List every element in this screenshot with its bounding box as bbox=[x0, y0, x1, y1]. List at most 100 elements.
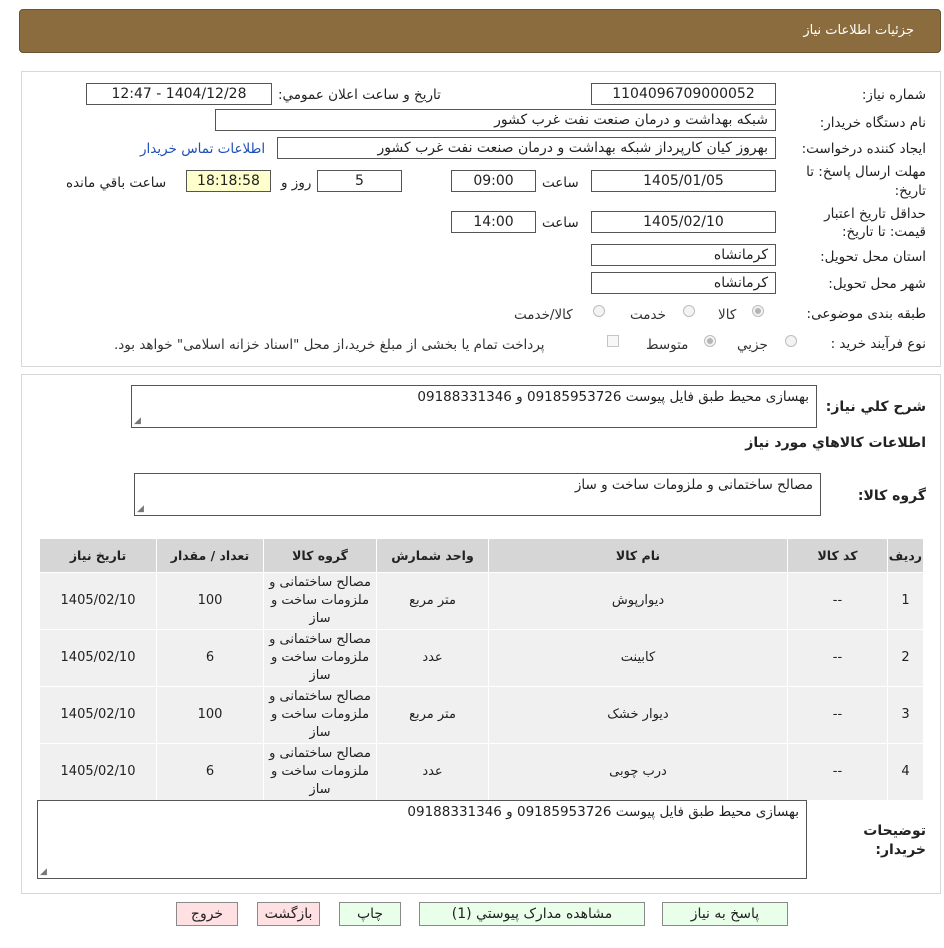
col-header-goods-group: گروه کالا bbox=[263, 538, 377, 573]
category-goods-radio[interactable] bbox=[752, 305, 764, 317]
col-header-row-number: ردیف bbox=[887, 538, 924, 573]
province-field: کرمانشاه bbox=[591, 244, 776, 266]
buyer-notes-text: بهسازی محیط طبق فایل پیوست 09185953726 و… bbox=[407, 804, 799, 820]
process-type-label: نوع فرآیند خرید : bbox=[830, 336, 926, 352]
province-label: استان محل تحویل: bbox=[820, 249, 926, 265]
cell-goods-name: دیوارپوش bbox=[488, 572, 788, 630]
cell-unit: عدد bbox=[376, 743, 489, 801]
category-service-label: خدمت bbox=[630, 307, 666, 323]
cell-goods-group: مصالح ساختمانی و ملزومات ساخت و ساز bbox=[263, 629, 377, 687]
table-header-row: ردیف کد کالا نام کالا واحد شمارش گروه کا… bbox=[39, 538, 924, 573]
category-service-radio[interactable] bbox=[683, 305, 695, 317]
validity-time-field: 14:00 bbox=[451, 211, 536, 233]
goods-table: ردیف کد کالا نام کالا واحد شمارش گروه کا… bbox=[39, 538, 924, 801]
cell-goods-group: مصالح ساختمانی و ملزومات ساخت و ساز bbox=[263, 686, 377, 744]
category-goods-service-radio[interactable] bbox=[593, 305, 605, 317]
deadline-date-field: 1405/01/05 bbox=[591, 170, 776, 192]
cell-goods-group: مصالح ساختمانی و ملزومات ساخت و ساز bbox=[263, 743, 377, 801]
treasury-payment-checkbox[interactable] bbox=[607, 335, 619, 347]
back-button[interactable]: بازگشت bbox=[257, 902, 320, 926]
summary-text: بهسازی محیط طبق فایل پیوست 09185953726 و… bbox=[417, 389, 809, 405]
deadline-time-label: ساعت bbox=[542, 175, 579, 191]
buyer-org-field: شبکه بهداشت و درمان صنعت نفت غرب کشور bbox=[215, 109, 776, 131]
process-medium-label: متوسط bbox=[646, 337, 689, 353]
cell-row-number: 2 bbox=[887, 629, 924, 687]
requester-label: ایجاد کننده درخواست: bbox=[801, 141, 926, 157]
table-row: 3 -- دیوار خشک متر مربع مصالح ساختمانی و… bbox=[39, 686, 924, 744]
need-number-label: شماره نیاز: bbox=[861, 87, 926, 103]
validity-label-line1: حداقل تاریخ اعتبار bbox=[824, 206, 926, 222]
cell-goods-name: کابینت bbox=[488, 629, 788, 687]
table-row: 1 -- دیوارپوش متر مربع مصالح ساختمانی و … bbox=[39, 572, 924, 630]
page-title: جزئیات اطلاعات نیاز bbox=[803, 23, 914, 38]
cell-goods-code: -- bbox=[787, 572, 888, 630]
summary-label: شرح کلي نیاز: bbox=[825, 399, 926, 415]
col-header-goods-name: نام کالا bbox=[488, 538, 788, 573]
view-attachments-button[interactable]: مشاهده مدارک پیوستي (1) bbox=[419, 902, 645, 926]
resize-grip-icon: ◢ bbox=[40, 867, 47, 877]
process-minor-label: جزیي bbox=[737, 337, 768, 353]
cell-goods-group: مصالح ساختمانی و ملزومات ساخت و ساز bbox=[263, 572, 377, 630]
goods-group-label: گروه کالا: bbox=[857, 488, 926, 504]
goods-info-title: اطلاعات کالاهاي مورد نیاز bbox=[745, 435, 926, 451]
col-header-unit: واحد شمارش bbox=[376, 538, 489, 573]
buyer-org-label: نام دستگاه خریدار: bbox=[819, 115, 926, 131]
cell-need-date: 1405/02/10 bbox=[39, 743, 157, 801]
remaining-time-label: ساعت باقي مانده bbox=[66, 175, 167, 191]
need-number-field: 1104096709000052 bbox=[591, 83, 776, 105]
table-row: 2 -- کابینت عدد مصالح ساختمانی و ملزومات… bbox=[39, 629, 924, 687]
cell-need-date: 1405/02/10 bbox=[39, 629, 157, 687]
city-label: شهر محل تحویل: bbox=[828, 276, 926, 292]
treasury-payment-note: پرداخت تمام یا بخشی از مبلغ خرید،از محل … bbox=[114, 337, 545, 353]
cell-row-number: 1 bbox=[887, 572, 924, 630]
goods-group-textarea: مصالح ساختمانی و ملزومات ساخت و ساز ◢ bbox=[134, 473, 821, 516]
announce-date-field: 1404/12/28 - 12:47 bbox=[86, 83, 272, 105]
deadline-time-field: 09:00 bbox=[451, 170, 536, 192]
cell-unit: متر مربع bbox=[376, 572, 489, 630]
reply-to-need-button[interactable]: پاسخ به نیاز bbox=[662, 902, 788, 926]
cell-row-number: 4 bbox=[887, 743, 924, 801]
city-field: کرمانشاه bbox=[591, 272, 776, 294]
col-header-quantity: تعداد / مقدار bbox=[156, 538, 264, 573]
resize-grip-icon: ◢ bbox=[134, 416, 141, 426]
requester-field: بهروز کیان کارپرداز شبکه بهداشت و درمان … bbox=[277, 137, 776, 159]
cell-quantity: 6 bbox=[156, 743, 264, 801]
buyer-contact-link[interactable]: اطلاعات تماس خریدار bbox=[140, 141, 265, 157]
category-goods-service-label: کالا/خدمت bbox=[514, 307, 573, 323]
validity-label-line2: قیمت: تا تاریخ: bbox=[842, 224, 926, 240]
print-button[interactable]: چاپ bbox=[339, 902, 401, 926]
deadline-label-line1: مهلت ارسال پاسخ: تا bbox=[806, 164, 926, 180]
validity-date-field: 1405/02/10 bbox=[591, 211, 776, 233]
remaining-days-label: روز و bbox=[281, 175, 312, 191]
cell-row-number: 3 bbox=[887, 686, 924, 744]
remaining-days-field: 5 bbox=[317, 170, 402, 192]
buyer-notes-textarea: بهسازی محیط طبق فایل پیوست 09185953726 و… bbox=[37, 800, 807, 879]
cell-goods-name: درب چوبی bbox=[488, 743, 788, 801]
announce-date-label: تاریخ و ساعت اعلان عمومي: bbox=[278, 87, 441, 103]
cell-goods-code: -- bbox=[787, 686, 888, 744]
cell-unit: عدد bbox=[376, 629, 489, 687]
cell-quantity: 100 bbox=[156, 686, 264, 744]
process-medium-radio[interactable] bbox=[704, 335, 716, 347]
cell-need-date: 1405/02/10 bbox=[39, 572, 157, 630]
process-minor-radio[interactable] bbox=[785, 335, 797, 347]
deadline-label-line2: تاریخ: bbox=[894, 183, 926, 199]
exit-button[interactable]: خروج bbox=[176, 902, 238, 926]
category-goods-label: کالا bbox=[718, 307, 737, 323]
col-header-goods-code: کد کالا bbox=[787, 538, 888, 573]
validity-time-label: ساعت bbox=[542, 215, 579, 231]
goods-group-text: مصالح ساختمانی و ملزومات ساخت و ساز bbox=[574, 477, 813, 493]
cell-quantity: 100 bbox=[156, 572, 264, 630]
table-row: 4 -- درب چوبی عدد مصالح ساختمانی و ملزوم… bbox=[39, 743, 924, 801]
cell-quantity: 6 bbox=[156, 629, 264, 687]
page-header: جزئیات اطلاعات نیاز bbox=[19, 9, 941, 53]
buyer-notes-label-line2: خریدار: bbox=[875, 842, 926, 858]
summary-textarea: بهسازی محیط طبق فایل پیوست 09185953726 و… bbox=[131, 385, 817, 428]
remaining-time-field: 18:18:58 bbox=[186, 170, 271, 192]
cell-need-date: 1405/02/10 bbox=[39, 686, 157, 744]
buyer-notes-label-line1: توضیحات bbox=[863, 823, 926, 839]
resize-grip-icon: ◢ bbox=[137, 504, 144, 514]
cell-goods-code: -- bbox=[787, 743, 888, 801]
col-header-need-date: تاریخ نیاز bbox=[39, 538, 157, 573]
category-label: طبقه بندی موضوعی: bbox=[806, 306, 926, 322]
